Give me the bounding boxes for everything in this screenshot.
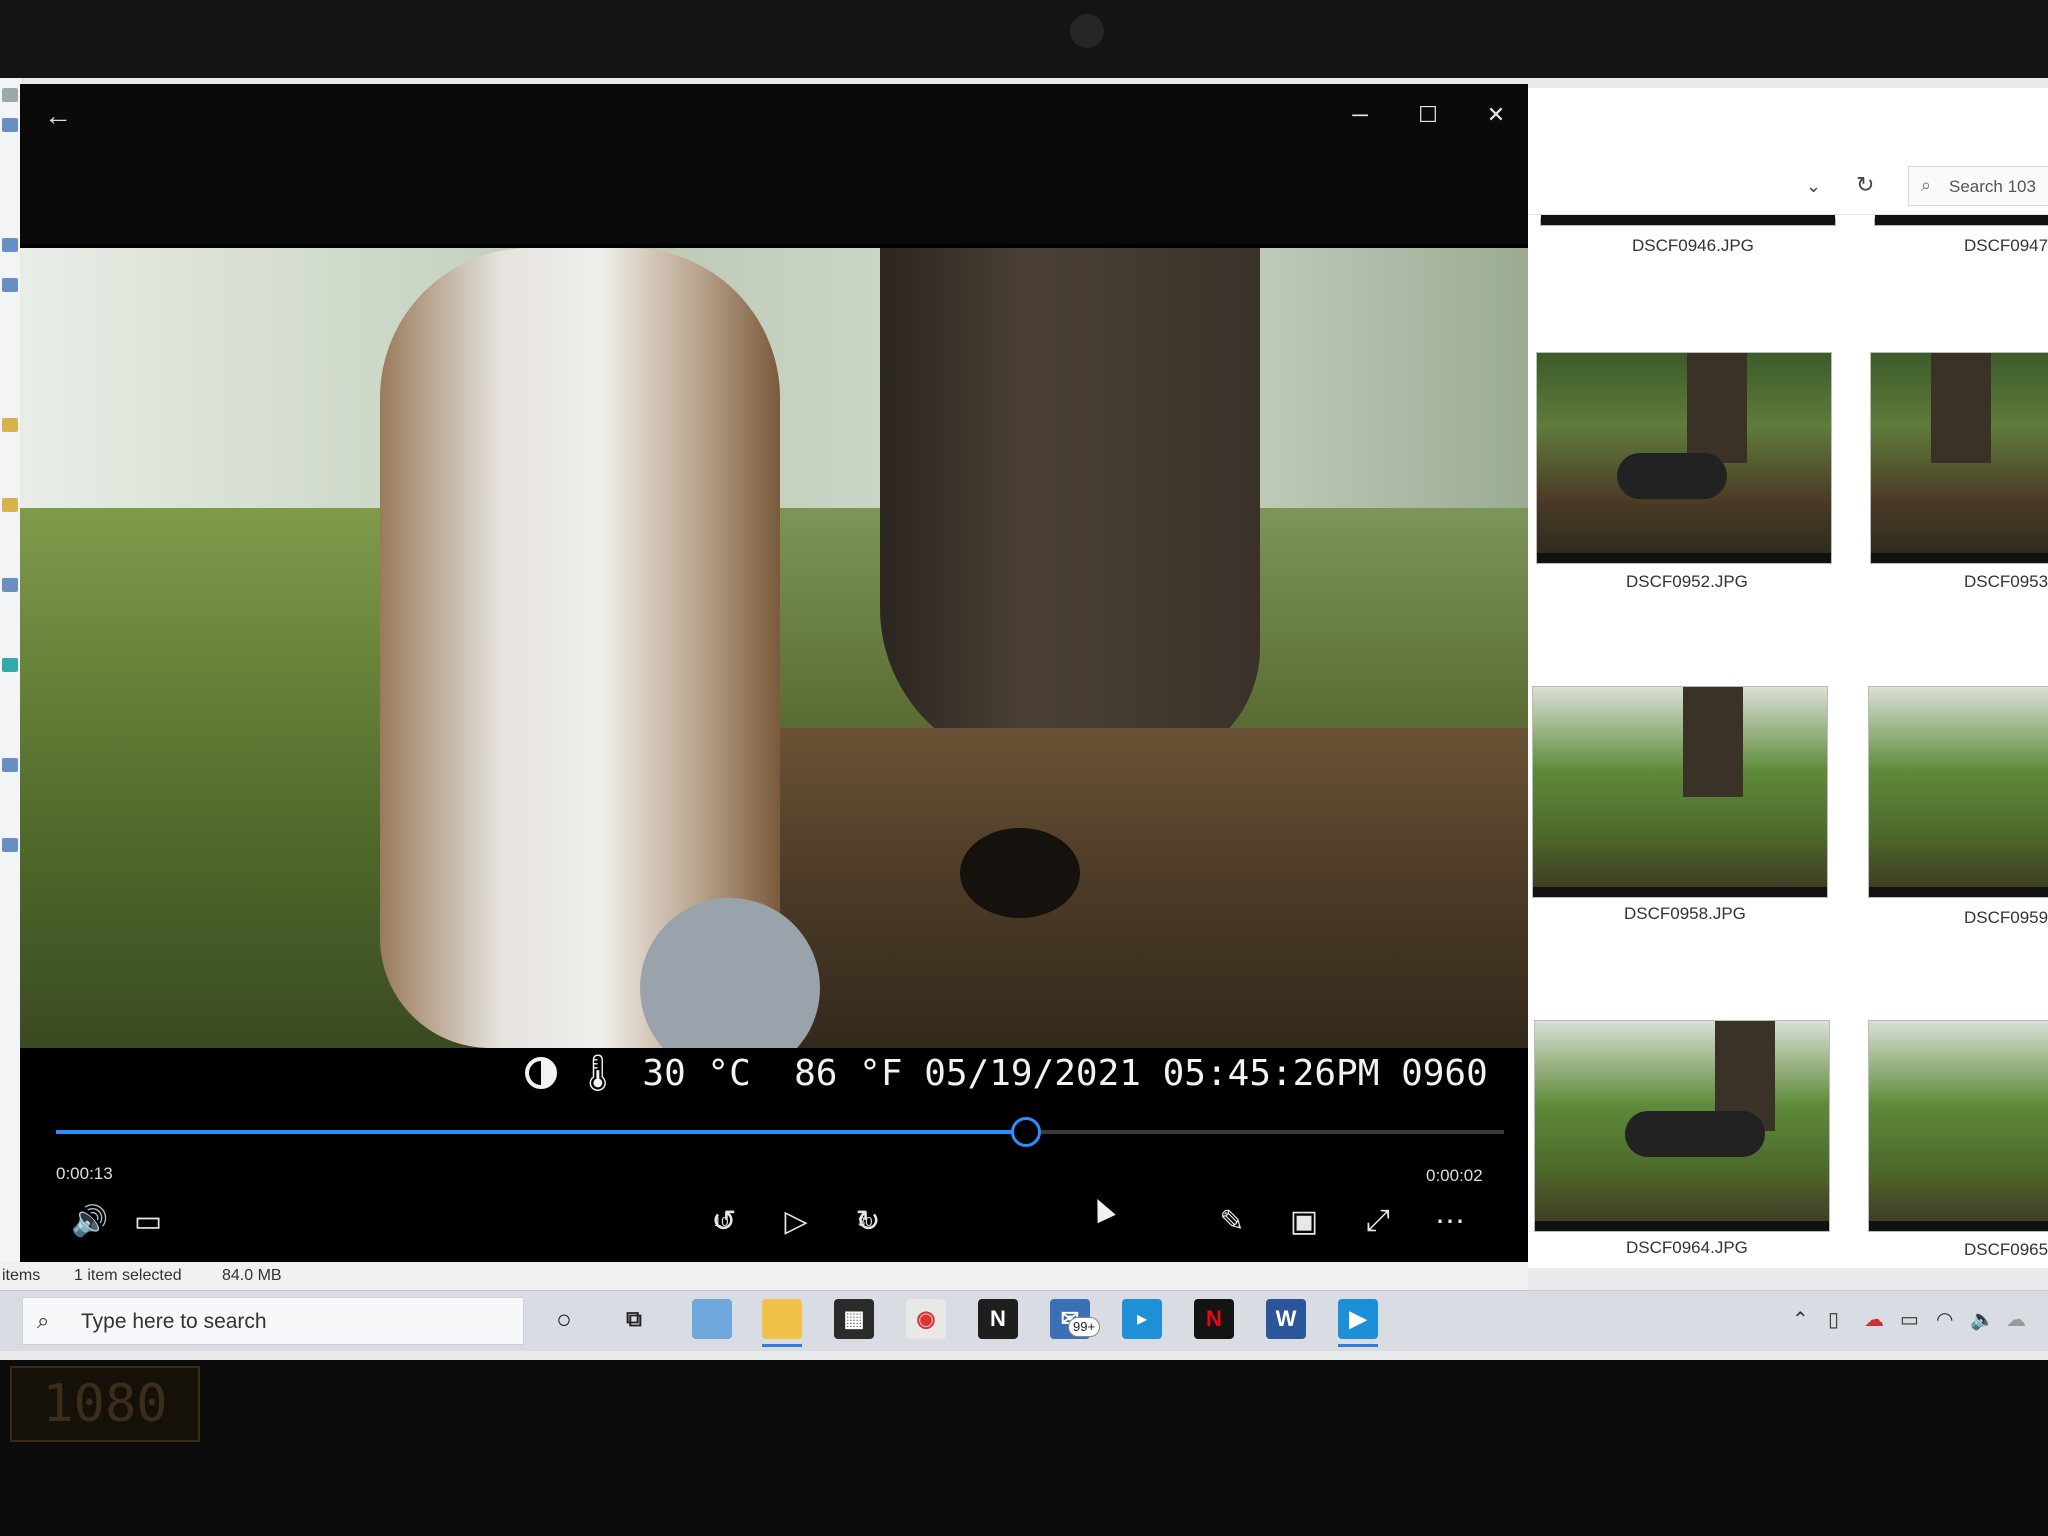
cloud-icon[interactable]: ☁ xyxy=(2006,1307,2026,1332)
sidebar-icon xyxy=(2,758,18,772)
forward-seconds-label: 30 xyxy=(858,1214,873,1229)
moon-phase-icon xyxy=(525,1057,557,1089)
sidebar-icon xyxy=(2,838,18,852)
webcam xyxy=(1070,14,1104,48)
task-view-icon[interactable]: ⧉ xyxy=(614,1299,654,1339)
thermometer-icon: 🌡 xyxy=(575,1053,621,1094)
thumbnail-image[interactable] xyxy=(1870,352,2048,564)
speaker-icon[interactable]: 🔈 xyxy=(1970,1307,1995,1332)
cortana-icon[interactable]: ○ xyxy=(544,1299,584,1339)
status-selected: 1 item selected xyxy=(74,1267,182,1284)
thumbnail-image[interactable] xyxy=(1536,352,1832,564)
file-name[interactable]: DSCF0959. xyxy=(1964,908,2048,928)
temperature-celsius: 30 °C xyxy=(642,1053,751,1094)
explorer-search-input[interactable]: ⌕ Search 103 xyxy=(1908,166,2048,206)
chrome-icon[interactable]: ◉ xyxy=(906,1299,946,1339)
fullscreen-icon[interactable]: ⤢ xyxy=(1354,1204,1402,1238)
refresh-icon[interactable]: ↻ xyxy=(1856,172,1874,198)
sidebar-icon xyxy=(2,118,18,132)
status-size: 84.0 MB xyxy=(222,1267,282,1284)
prime-video-icon[interactable]: ▶ xyxy=(1122,1299,1162,1339)
search-placeholder: Search 103 xyxy=(1949,177,2036,196)
elapsed-time: 0:00:13 xyxy=(56,1164,113,1183)
search-icon: ⌕ xyxy=(37,1308,50,1333)
file-explorer-window: ⌄ ↻ ⌕ Search 103 DSCF0946.JPG DSCF0947. … xyxy=(1528,88,2048,1268)
play-button[interactable]: ▷ xyxy=(772,1204,820,1239)
capture-time: 05:45:26PM xyxy=(1162,1053,1380,1094)
thumbnail-image[interactable] xyxy=(1868,1020,2048,1232)
resolution-sticker: 1080 xyxy=(10,1366,200,1442)
monitor-bottom-bezel: 1080 xyxy=(0,1360,2048,1536)
file-name[interactable]: DSCF0947. xyxy=(1964,236,2048,256)
screen: ⌄ ↻ ⌕ Search 103 DSCF0946.JPG DSCF0947. … xyxy=(0,78,2048,1360)
status-items: items xyxy=(2,1267,41,1284)
explorer-status-bar: items 1 item selected 84.0 MB xyxy=(0,1262,1528,1290)
word-icon[interactable]: W xyxy=(1266,1299,1306,1339)
sidebar-icon xyxy=(2,498,18,512)
thumbnail-image[interactable] xyxy=(1534,1020,1830,1232)
file-name[interactable]: DSCF0953. xyxy=(1964,572,2048,592)
frame-number: 0960 xyxy=(1401,1053,1488,1094)
forward-30-button[interactable]: ↻ 30 xyxy=(844,1204,892,1239)
search-icon: ⌕ xyxy=(1921,175,1932,195)
sidebar-icon xyxy=(2,238,18,252)
battery-icon[interactable]: ▭ xyxy=(1900,1307,1919,1332)
file-name[interactable]: DSCF0958.JPG xyxy=(1624,904,1746,924)
chevron-down-icon[interactable]: ⌄ xyxy=(1806,176,1821,197)
thumbnail-image[interactable] xyxy=(1540,215,1836,226)
onedrive-error-icon[interactable]: ☁ xyxy=(1864,1307,1884,1332)
search-placeholder: Type here to search xyxy=(81,1310,267,1333)
file-name[interactable]: DSCF0964.JPG xyxy=(1626,1238,1748,1258)
seek-bar-progress xyxy=(56,1130,1027,1134)
sidebar-icon xyxy=(2,418,18,432)
temperature-fahrenheit: 86 °F xyxy=(794,1053,903,1094)
arrow-left-icon[interactable]: ← xyxy=(44,100,72,132)
sidebar-icon xyxy=(2,658,18,672)
movies-tv-icon[interactable]: ▶ xyxy=(1338,1299,1378,1347)
thumbnail-image[interactable] xyxy=(1874,215,2048,226)
file-explorer-icon[interactable] xyxy=(762,1299,802,1347)
rewind-seconds-label: 10 xyxy=(714,1214,729,1229)
taskbar: ⌕ Type here to search ○ ⧉ ▦ ◉ N ✉ 99+ ▶ N… xyxy=(0,1290,2048,1351)
file-name[interactable]: DSCF0952.JPG xyxy=(1626,572,1748,592)
explorer-address-bar: ⌄ ↻ ⌕ Search 103 xyxy=(1528,158,2048,215)
chevron-up-icon[interactable]: ⌃ xyxy=(1792,1307,1809,1332)
notion-icon[interactable]: N xyxy=(978,1299,1018,1339)
more-options-icon[interactable]: ⋯ xyxy=(1426,1204,1474,1239)
sidebar-icon xyxy=(2,88,18,102)
edit-pencil-icon[interactable]: ✎ xyxy=(1208,1204,1256,1239)
video-frame[interactable] xyxy=(20,248,1528,1048)
seek-bar[interactable] xyxy=(56,1117,1504,1147)
mail-icon[interactable]: ✉ 99+ xyxy=(1050,1299,1101,1339)
trail-camera-stamp: 🌡 30 °C 86 °F 05/19/2021 05:45:26PM 0960 xyxy=(525,1052,1488,1094)
movies-and-tv-player-window: ← ─ ☐ ✕ 🌡 30 °C 86 °F 05/19/2021 05:45:2… xyxy=(20,84,1528,1262)
close-button[interactable]: ✕ xyxy=(1476,102,1516,128)
camera-info-strip: 🌡 30 °C 86 °F 05/19/2021 05:45:26PM 0960 xyxy=(20,1048,1528,1100)
store-icon[interactable]: ▦ xyxy=(834,1299,874,1339)
monitor-bezel-top xyxy=(0,0,2048,80)
mail-badge: 99+ xyxy=(1068,1317,1101,1337)
remaining-time: 0:00:02 xyxy=(1426,1166,1483,1185)
file-name[interactable]: DSCF0946.JPG xyxy=(1632,236,1754,256)
mini-view-icon[interactable]: ▣ xyxy=(1280,1204,1328,1239)
volume-icon[interactable]: 🔊 xyxy=(66,1204,114,1239)
thumbnail-image[interactable] xyxy=(1532,686,1828,898)
player-title-bar: ← ─ ☐ ✕ xyxy=(20,84,1528,244)
maximize-button[interactable]: ☐ xyxy=(1408,102,1448,128)
sidebar-icon xyxy=(2,278,18,292)
playback-controls: 0:00:13 0:00:02 🔊 ▭ ↺ 10 ▷ ↻ 30 ✎ ▣ ⤢ ⋯ xyxy=(20,1100,1528,1262)
file-name[interactable]: DSCF0965. xyxy=(1964,1240,2048,1260)
captions-icon[interactable]: ▭ xyxy=(124,1204,172,1239)
taskbar-search-input[interactable]: ⌕ Type here to search xyxy=(22,1297,524,1345)
capture-date: 05/19/2021 xyxy=(924,1053,1141,1094)
device-icon[interactable]: ▯ xyxy=(1828,1307,1839,1332)
rewind-10-button[interactable]: ↺ 10 xyxy=(700,1204,748,1239)
desktop-app-icon[interactable] xyxy=(692,1299,732,1339)
thumbnail-image[interactable] xyxy=(1868,686,2048,898)
sidebar-icon xyxy=(2,578,18,592)
minimize-button[interactable]: ─ xyxy=(1340,102,1380,128)
netflix-icon[interactable]: N xyxy=(1194,1299,1234,1339)
seek-bar-handle[interactable] xyxy=(1011,1117,1042,1147)
wifi-icon[interactable]: ◠ xyxy=(1936,1307,1953,1332)
